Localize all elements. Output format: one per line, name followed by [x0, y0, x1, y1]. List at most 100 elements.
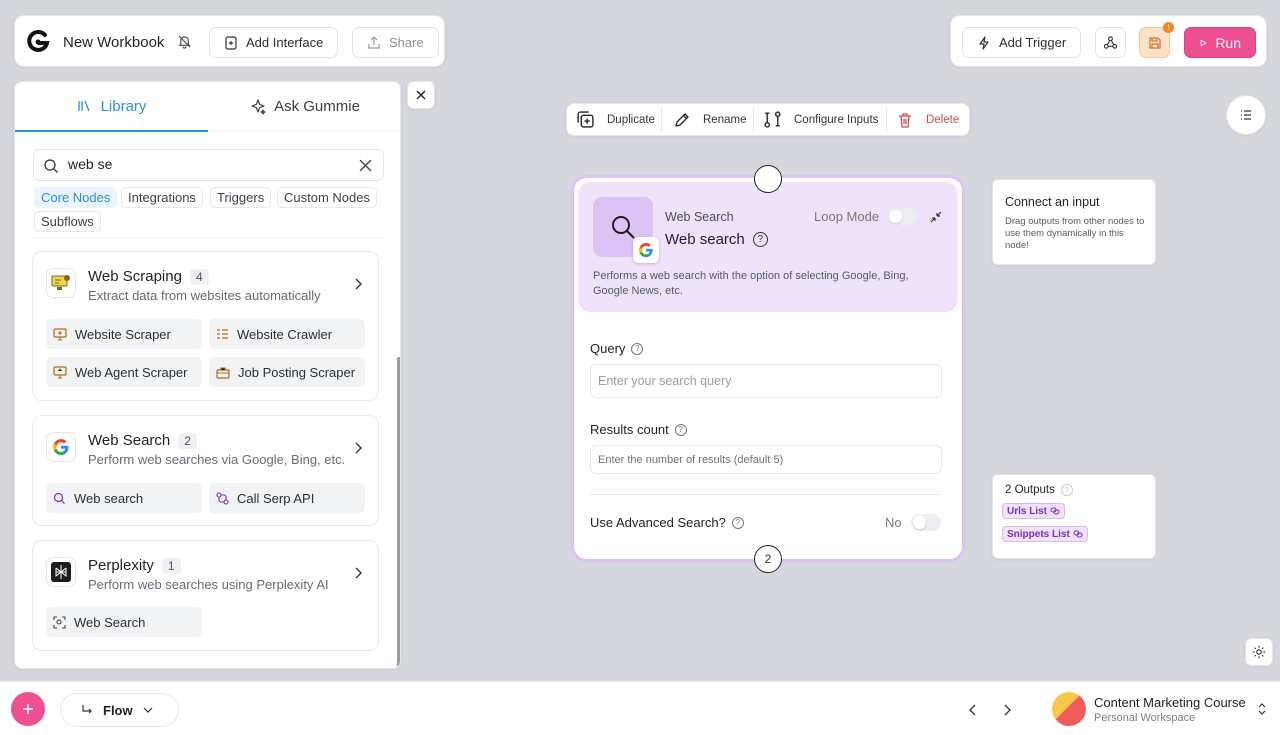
toolbar-divider [886, 108, 887, 131]
group-web-search: Web Search 2 Perform web searches via Goo… [32, 415, 379, 526]
workspace-avatar [1052, 692, 1086, 726]
chevron-right-icon[interactable] [354, 567, 362, 579]
group-title[interactable]: Perplexity 1 [88, 557, 181, 574]
workspace-sub: Personal Workspace [1094, 712, 1196, 724]
filter-triggers[interactable]: Triggers [210, 187, 272, 208]
node-description: Performs a web search with the option of… [593, 270, 909, 297]
node-call-serp-api[interactable]: Call Serp API [209, 483, 365, 513]
toolbar-divider [661, 108, 662, 131]
lightning-icon [979, 35, 989, 50]
node-perplexity-web-search[interactable]: Web Search [46, 607, 202, 637]
tab-library[interactable]: Library [15, 82, 208, 132]
settings-button[interactable] [1245, 638, 1273, 666]
results-count-input[interactable]: Enter the number of results (default 5) [590, 445, 942, 474]
node-bottom-port[interactable]: 2 [754, 545, 782, 573]
search-icon [612, 216, 635, 239]
results-count-label: Results count? [590, 422, 687, 437]
advanced-search-toggle[interactable] [911, 514, 941, 531]
share-button[interactable]: Share [352, 27, 439, 58]
workspace-name: Content Marketing Course [1094, 695, 1246, 710]
agent-scraper-icon [53, 365, 67, 379]
query-label: Query? [590, 341, 644, 356]
chevron-right-icon[interactable] [354, 278, 362, 290]
group-web-scraping: Web Scraping 4 Extract data from websites… [32, 251, 379, 401]
node-job-posting-scraper[interactable]: Job Posting Scraper [209, 357, 365, 387]
outline-button[interactable] [1226, 95, 1266, 135]
close-icon [416, 90, 426, 100]
configure-icon [764, 111, 781, 128]
collapse-icon[interactable] [930, 211, 942, 223]
duplicate-icon [577, 111, 594, 128]
monitor-icon [46, 268, 76, 298]
add-node-button[interactable] [11, 692, 45, 726]
delete-button[interactable]: Delete [896, 104, 959, 135]
help-icon[interactable]: ? [631, 342, 644, 355]
app-logo-icon[interactable] [25, 29, 51, 55]
rename-button[interactable]: Rename [673, 104, 746, 135]
bell-icon[interactable] [177, 34, 192, 49]
node-website-crawler[interactable]: Website Crawler [209, 319, 365, 349]
output-urls-list[interactable]: Urls List [1002, 503, 1066, 519]
interface-icon [225, 35, 237, 50]
chevron-left-icon[interactable] [969, 704, 977, 716]
filter-subflows[interactable]: Subflows [34, 211, 101, 232]
search-input[interactable] [68, 156, 348, 172]
workbook-title[interactable]: New Workbook [63, 34, 164, 51]
add-trigger-button[interactable]: Add Trigger [962, 27, 1082, 58]
workspace-switcher[interactable]: Content Marketing Course Personal Worksp… [1052, 692, 1272, 728]
library-search[interactable] [33, 149, 384, 181]
panel-scrollbar[interactable] [397, 357, 400, 667]
chevron-right-icon[interactable] [1003, 704, 1011, 716]
save-icon [1148, 36, 1161, 49]
help-icon[interactable]: ? [674, 423, 687, 436]
flow-selector[interactable]: Flow [60, 693, 179, 727]
advanced-search-value: No [885, 515, 902, 530]
help-icon[interactable]: ? [752, 232, 768, 247]
node-web-agent-scraper[interactable]: Web Agent Scraper [46, 357, 202, 387]
loop-mode-toggle[interactable] [887, 208, 918, 225]
close-panel-button[interactable] [407, 81, 435, 109]
library-panel: Library Ask Gummie Core Nodes Integratio… [14, 81, 401, 669]
share-icon [368, 35, 380, 49]
scraper-icon [53, 327, 67, 341]
output-snippets-list[interactable]: Snippets List [1002, 526, 1088, 542]
loop-mode[interactable]: Loop Mode [814, 208, 918, 225]
divider [33, 237, 383, 238]
group-desc: Perform web searches using Perplexity AI [88, 577, 329, 592]
clear-search-icon[interactable] [359, 159, 372, 172]
group-desc: Perform web searches via Google, Bing, e… [88, 452, 346, 467]
help-icon[interactable]: ? [731, 516, 744, 529]
pencil-icon [675, 112, 689, 127]
gear-icon [1252, 645, 1266, 659]
filter-integrations[interactable]: Integrations [121, 187, 203, 208]
chevron-right-icon[interactable] [354, 442, 362, 454]
node-top-port[interactable] [754, 165, 782, 193]
node-title[interactable]: Web search ? [665, 231, 768, 248]
group-title[interactable]: Web Search 2 [88, 432, 197, 449]
webhook-button[interactable] [1095, 27, 1126, 58]
filter-custom-nodes[interactable]: Custom Nodes [277, 187, 377, 208]
divider [590, 494, 942, 495]
library-icon [77, 100, 90, 112]
chevron-down-icon [143, 707, 153, 713]
group-title[interactable]: Web Scraping 4 [88, 268, 209, 285]
query-input[interactable]: Enter your search query [590, 364, 942, 398]
scan-search-icon [53, 615, 66, 629]
node-website-scraper[interactable]: Website Scraper [46, 319, 202, 349]
chevron-updown-icon [1258, 703, 1266, 715]
connect-title: Connect an input [1005, 195, 1100, 209]
add-interface-button[interactable]: Add Interface [209, 27, 339, 58]
configure-inputs-button[interactable]: Configure Inputs [763, 104, 878, 135]
node-web-search[interactable]: Web search [46, 483, 202, 513]
sparkle-icon [251, 98, 266, 115]
link-icon [1073, 530, 1083, 538]
filter-core-nodes[interactable]: Core Nodes [34, 187, 118, 208]
group-perplexity: Perplexity 1 Perform web searches using P… [32, 540, 379, 651]
duplicate-button[interactable]: Duplicate [576, 104, 655, 135]
save-button[interactable]: ! [1139, 22, 1174, 58]
flow-icon [82, 705, 92, 714]
help-icon[interactable]: ? [1060, 484, 1073, 496]
outputs-title: 2 Outputs? [1005, 484, 1073, 496]
tab-ask-gummie[interactable]: Ask Gummie [208, 82, 400, 132]
run-button[interactable]: Run [1184, 27, 1256, 58]
